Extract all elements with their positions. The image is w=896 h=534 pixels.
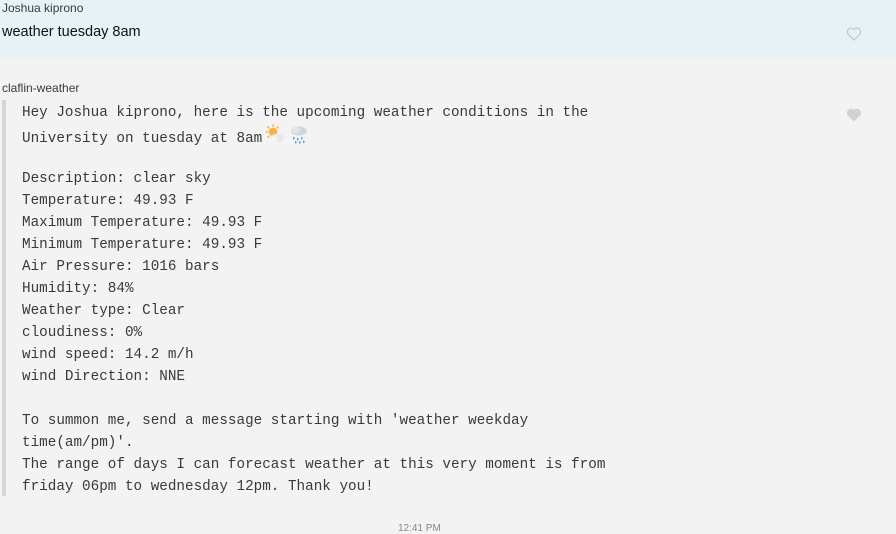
footer-line: friday 06pm to wednesday 12pm. Thank you…: [22, 479, 374, 495]
bot-message: claflin-weather Hey Joshua kiprono, here…: [0, 59, 896, 530]
sun-behind-cloud-icon: [264, 124, 286, 152]
detail-line: Maximum Temperature: 49.93 F: [22, 215, 263, 231]
footer-line: To summon me, send a message starting wi…: [22, 413, 529, 429]
detail-line: Description: clear sky: [22, 171, 211, 187]
footer-line: The range of days I can forecast weather…: [22, 457, 606, 473]
user-sender-name: Joshua kiprono: [2, 1, 84, 15]
detail-line: Air Pressure: 1016 bars: [22, 259, 220, 275]
heart-outline-icon[interactable]: [846, 26, 862, 42]
detail-line: Temperature: 49.93 F: [22, 193, 194, 209]
bot-sender-name: claflin-weather: [2, 81, 80, 95]
detail-line: Weather type: Clear: [22, 303, 186, 319]
detail-line: cloudiness: 0%: [22, 325, 143, 341]
heart-filled-icon[interactable]: [846, 107, 862, 123]
bot-message-body: Hey Joshua kiprono, here is the upcoming…: [22, 102, 662, 498]
detail-line: wind Direction: NNE: [22, 369, 186, 385]
detail-line: wind speed: 14.2 m/h: [22, 347, 194, 363]
user-message-text: weather tuesday 8am: [2, 24, 141, 40]
user-message: Joshua kiprono weather tuesday 8am: [0, 0, 896, 59]
footer-line: time(am/pm)'.: [22, 435, 134, 451]
intro-line: University on tuesday at 8am: [22, 124, 662, 147]
intro-text: University on tuesday at 8am: [22, 130, 263, 147]
cloud-with-rain-icon: [288, 124, 310, 152]
message-accent-bar: [2, 100, 6, 496]
detail-line: Minimum Temperature: 49.93 F: [22, 237, 263, 253]
intro-line: Hey Joshua kiprono, here is the upcoming…: [22, 105, 589, 121]
detail-line: Humidity: 84%: [22, 281, 134, 297]
message-timestamp: 12:41 PM: [398, 523, 441, 534]
